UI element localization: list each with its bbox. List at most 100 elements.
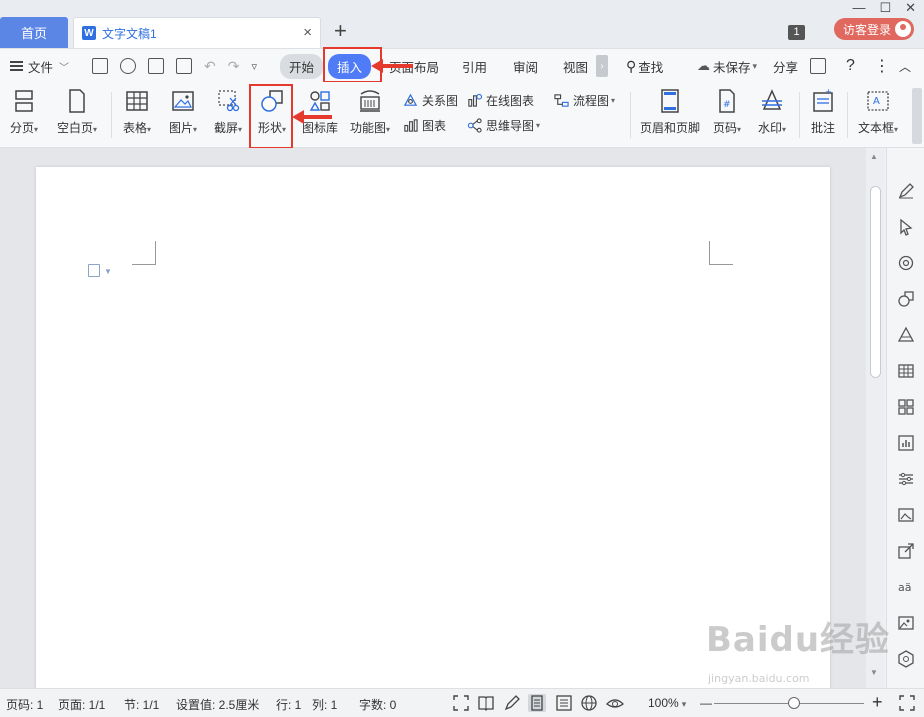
window-count-badge[interactable]: 1	[788, 25, 805, 40]
picture-icon	[171, 89, 195, 113]
hamburger-icon	[10, 61, 23, 71]
status-section[interactable]: 节: 1/1	[124, 696, 159, 713]
read-mode-icon[interactable]	[477, 694, 495, 712]
table-panel-icon[interactable]	[897, 362, 915, 380]
shape-panel-icon[interactable]	[897, 290, 915, 308]
vertical-scrollbar[interactable]: ▲ ▼	[866, 148, 884, 688]
status-page-number[interactable]: 页码: 1	[6, 696, 43, 713]
scroll-down-icon[interactable]: ▼	[870, 668, 878, 677]
redo-icon[interactable]: ↷	[228, 58, 240, 75]
status-pages[interactable]: 页面: 1/1	[58, 696, 105, 713]
style-icon[interactable]	[897, 254, 915, 272]
picture-panel-icon[interactable]	[897, 614, 915, 632]
tab-review[interactable]: 审阅	[513, 49, 538, 83]
watermark-button[interactable]: 水印▾	[753, 86, 791, 142]
bar-chart-icon[interactable]	[897, 434, 915, 452]
status-row[interactable]: 行: 1	[276, 696, 301, 713]
table-button[interactable]: 表格▾	[118, 86, 156, 142]
page-break-button[interactable]: 分页▾	[6, 86, 42, 142]
maximize-button[interactable]: ☐	[879, 0, 891, 16]
tab-start[interactable]: 开始	[280, 49, 324, 83]
print-preview-icon[interactable]	[176, 58, 192, 74]
textbox-button[interactable]: A 文本框▾	[853, 86, 903, 142]
share-button[interactable]: 分享	[773, 49, 798, 83]
layer-icon[interactable]	[897, 326, 915, 344]
svg-text:aä: aä	[898, 581, 911, 594]
fullscreen-icon[interactable]	[452, 694, 470, 712]
more-icon: ⋮	[874, 58, 890, 75]
toolbox-button[interactable]	[810, 49, 826, 83]
status-col[interactable]: 列: 1	[312, 696, 337, 713]
scrollbar-thumb[interactable]	[870, 186, 881, 378]
paragraph-options-icon[interactable]	[88, 264, 100, 277]
edit-pen-icon[interactable]	[897, 182, 915, 200]
ribbon-scroll-handle[interactable]	[912, 88, 922, 144]
image-panel-icon[interactable]	[897, 506, 915, 524]
undo-icon[interactable]: ↶	[204, 58, 216, 75]
settings-sliders-icon[interactable]	[897, 470, 915, 488]
guest-login-button[interactable]: 访客登录	[834, 18, 914, 40]
close-tab-icon[interactable]: ×	[303, 24, 312, 41]
outline-view-icon[interactable]	[555, 694, 573, 712]
status-word-count[interactable]: 字数: 0	[359, 696, 396, 713]
select-cursor-icon[interactable]	[897, 218, 915, 236]
relation-chart-button[interactable]: 关系图	[403, 91, 458, 109]
eye-protect-icon[interactable]	[606, 694, 624, 712]
file-menu[interactable]: 文件 ﹀	[10, 49, 69, 83]
help-button[interactable]: ?	[846, 49, 855, 83]
dropdown-icon: ▾	[782, 125, 787, 134]
function-chart-icon	[358, 89, 382, 113]
table-icon	[125, 89, 149, 113]
online-chart-button[interactable]: 在线图表	[467, 91, 534, 109]
unsaved-button[interactable]: ☁ 未保存 ▾	[697, 49, 757, 83]
chevron-down-icon: ▾	[752, 60, 758, 71]
page-number-button[interactable]: # 页码▾	[708, 86, 746, 142]
tab-home[interactable]: 首页	[0, 17, 68, 48]
status-setting[interactable]: 设置值: 2.5厘米	[176, 696, 259, 713]
page-view-icon[interactable]	[528, 694, 546, 712]
tab-reference[interactable]: 引用	[462, 49, 487, 83]
tab-view[interactable]: 视图	[563, 49, 588, 83]
search-button[interactable]: ⚲ 查找	[626, 49, 663, 83]
write-mode-icon[interactable]	[503, 694, 521, 712]
protect-icon[interactable]	[897, 650, 915, 668]
header-footer-button[interactable]: 页眉和页脚	[638, 86, 702, 142]
flowchart-button[interactable]: 流程图 ▾	[554, 91, 615, 109]
collapse-ribbon-button[interactable]: ︿	[899, 49, 911, 83]
zoom-slider-knob[interactable]	[787, 697, 800, 709]
screenshot-button[interactable]: 截屏▾	[209, 86, 247, 142]
arrow-to-shape-button	[292, 110, 332, 124]
tab-document[interactable]: W 文字文稿1 ×	[73, 17, 321, 48]
zoom-slider[interactable]	[714, 697, 864, 709]
chart-button[interactable]: 图表	[403, 116, 446, 134]
function-chart-button[interactable]: 功能图▾	[346, 86, 394, 142]
help-icon: ?	[846, 57, 855, 74]
zoom-percent[interactable]: 100% ▾	[648, 696, 686, 710]
customize-qa-icon[interactable]: ▿	[251, 60, 257, 73]
mindmap-button[interactable]: 思维导图 ▾	[467, 116, 540, 134]
web-view-icon[interactable]	[580, 694, 598, 712]
blank-page-button[interactable]: 空白页▾	[52, 86, 102, 142]
fit-window-icon[interactable]	[898, 694, 916, 712]
minimize-button[interactable]: —	[852, 0, 865, 16]
translate-icon[interactable]: aä	[897, 578, 915, 596]
writer-doc-icon: W	[82, 26, 96, 40]
close-window-button[interactable]: ✕	[905, 0, 916, 16]
tabs-scroll-button[interactable]: ›	[596, 49, 608, 83]
zoom-out-button[interactable]: —	[700, 696, 712, 710]
zoom-in-button[interactable]: +	[872, 692, 883, 713]
apps-grid-icon[interactable]	[897, 398, 915, 416]
more-options-button[interactable]: ⋮	[874, 49, 890, 83]
picture-button[interactable]: 图片▾	[164, 86, 202, 142]
chevron-down-icon[interactable]: ▼	[104, 267, 112, 276]
share-panel-icon[interactable]	[897, 542, 915, 560]
save-icon[interactable]	[92, 58, 108, 74]
comment-label: 批注	[810, 121, 835, 135]
page-break-label: 分页	[9, 121, 34, 135]
comment-button[interactable]: + 批注	[805, 86, 841, 142]
format-painter-icon[interactable]	[120, 58, 136, 74]
new-tab-button[interactable]: +	[334, 20, 347, 42]
icon-library-button[interactable]: 图标库	[300, 86, 340, 142]
print-icon[interactable]	[148, 58, 164, 74]
scroll-up-icon[interactable]: ▲	[870, 152, 878, 161]
